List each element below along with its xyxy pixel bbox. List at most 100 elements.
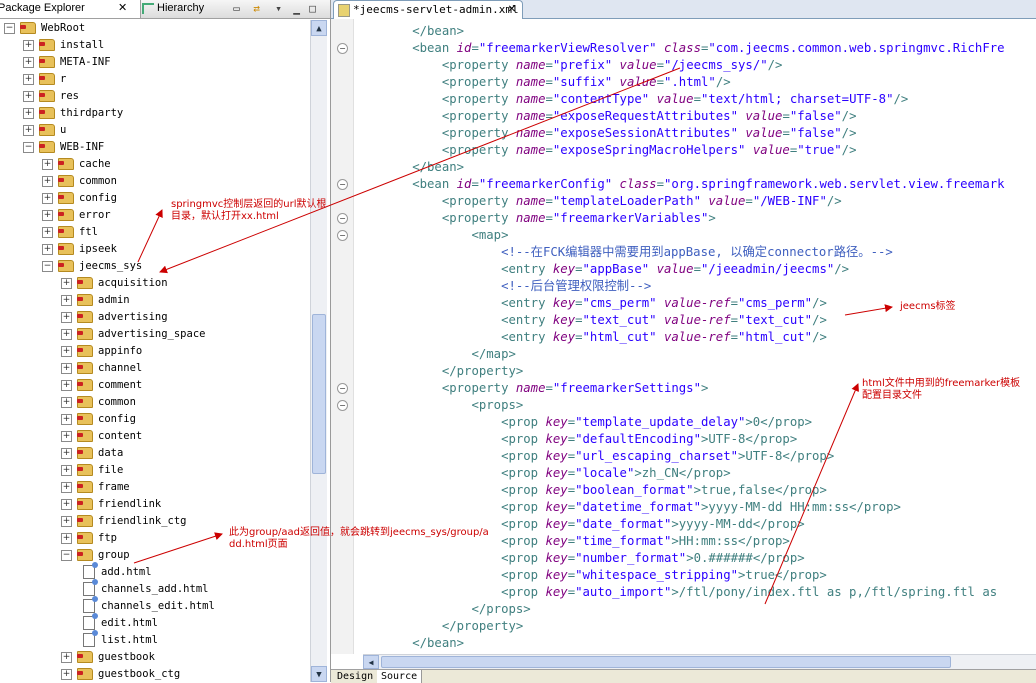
tree-item[interactable]: + cache bbox=[42, 156, 111, 173]
tree-item[interactable]: + comment bbox=[61, 377, 142, 394]
tree-item[interactable]: + ftl bbox=[42, 224, 98, 241]
view-menu-icon[interactable]: ▾ bbox=[272, 2, 285, 15]
tree-item[interactable]: list.html bbox=[80, 630, 158, 649]
tree-item[interactable]: + friendlink_ctg bbox=[61, 513, 187, 530]
editor-tab-close-icon[interactable]: ✕ bbox=[508, 1, 516, 18]
expand-icon[interactable]: + bbox=[61, 396, 72, 408]
tree-item[interactable]: + data bbox=[61, 445, 123, 462]
tree-item[interactable]: − WEB-INF bbox=[23, 139, 104, 156]
tree-item[interactable]: edit.html bbox=[80, 613, 158, 632]
tab-editor-file[interactable]: *jeecms-servlet-admin.xml ✕ bbox=[333, 0, 523, 19]
tree-item[interactable]: + content bbox=[61, 428, 142, 445]
collapse-all-icon[interactable]: ▭ bbox=[230, 2, 243, 15]
expand-icon[interactable]: + bbox=[61, 379, 72, 391]
code-area[interactable]: </bean> <bean id="freemarkerViewResolver… bbox=[353, 19, 1036, 654]
expand-icon[interactable]: + bbox=[23, 39, 34, 51]
expand-icon[interactable]: + bbox=[23, 124, 34, 136]
tree-item[interactable]: + res bbox=[23, 88, 79, 105]
expand-icon[interactable]: + bbox=[61, 498, 72, 510]
expand-icon[interactable]: + bbox=[61, 532, 72, 544]
expand-icon[interactable]: + bbox=[23, 73, 34, 85]
tree-scroll-thumb[interactable] bbox=[312, 314, 326, 474]
scroll-down-icon[interactable]: ▼ bbox=[311, 666, 327, 682]
expand-icon[interactable]: + bbox=[42, 175, 53, 187]
expand-icon[interactable]: + bbox=[42, 243, 53, 255]
tree-item[interactable]: channels_edit.html bbox=[80, 596, 215, 615]
fold-toggle-icon[interactable]: − bbox=[337, 43, 348, 54]
tree-item[interactable]: − WebRoot bbox=[4, 20, 85, 37]
expand-icon[interactable]: + bbox=[61, 668, 72, 680]
tree-item[interactable]: + channel bbox=[61, 360, 142, 377]
collapse-icon[interactable]: − bbox=[4, 22, 15, 34]
tree-item[interactable]: + common bbox=[42, 173, 117, 190]
tree-item[interactable]: + friendlink bbox=[61, 496, 161, 513]
tree-item[interactable]: + acquisition bbox=[61, 275, 168, 292]
tree-item[interactable]: + guestbook bbox=[61, 649, 155, 666]
link-with-editor-icon[interactable]: ⇄ bbox=[250, 2, 263, 15]
fold-toggle-icon[interactable]: − bbox=[337, 400, 348, 411]
tab-hierarchy[interactable]: Hierarchy bbox=[142, 0, 218, 18]
tab-package-explorer[interactable]: Package Explorer ✕ bbox=[0, 0, 141, 18]
expand-icon[interactable]: + bbox=[61, 430, 72, 442]
tree-item[interactable]: add.html bbox=[80, 562, 152, 581]
tree-item[interactable]: + META-INF bbox=[23, 54, 111, 71]
collapse-icon[interactable]: − bbox=[42, 260, 53, 272]
expand-icon[interactable]: + bbox=[61, 515, 72, 527]
expand-icon[interactable]: + bbox=[42, 158, 53, 170]
collapse-icon[interactable]: − bbox=[23, 141, 34, 153]
tree-item[interactable]: + guestbook_ctg bbox=[61, 666, 180, 682]
editor-horizontal-scrollbar[interactable]: ◀ bbox=[363, 654, 1036, 670]
tree-item[interactable]: + r bbox=[23, 71, 66, 88]
expand-icon[interactable]: + bbox=[61, 651, 72, 663]
tree-item[interactable]: + config bbox=[61, 411, 136, 428]
tree-item[interactable]: + advertising bbox=[61, 309, 168, 326]
scroll-left-icon[interactable]: ◀ bbox=[363, 655, 379, 669]
fold-toggle-icon[interactable]: − bbox=[337, 213, 348, 224]
expand-icon[interactable]: + bbox=[42, 209, 53, 221]
expand-icon[interactable]: + bbox=[42, 192, 53, 204]
tree-item[interactable]: + error bbox=[42, 207, 111, 224]
expand-icon[interactable]: + bbox=[23, 56, 34, 68]
tree-vertical-scrollbar[interactable]: ▲ ▼ bbox=[310, 20, 327, 682]
fold-toggle-icon[interactable]: − bbox=[337, 230, 348, 241]
tree-item[interactable]: + common bbox=[61, 394, 136, 411]
expand-icon[interactable]: + bbox=[61, 447, 72, 459]
code-line: <entry key="text_cut" value-ref="text_cu… bbox=[353, 312, 827, 329]
expand-icon[interactable]: + bbox=[61, 277, 72, 289]
tree-item[interactable]: + frame bbox=[61, 479, 130, 496]
expand-icon[interactable]: + bbox=[23, 90, 34, 102]
tree-item[interactable]: + appinfo bbox=[61, 343, 142, 360]
collapse-icon[interactable]: − bbox=[61, 549, 72, 561]
tree-item[interactable]: + admin bbox=[61, 292, 130, 309]
expand-icon[interactable]: + bbox=[61, 481, 72, 493]
editor-hscroll-thumb[interactable] bbox=[381, 656, 951, 668]
tree-item[interactable]: + config bbox=[42, 190, 117, 207]
scroll-up-icon[interactable]: ▲ bbox=[311, 20, 327, 36]
code-token: = bbox=[545, 143, 553, 157]
tree-item[interactable]: + ipseek bbox=[42, 241, 117, 258]
close-icon[interactable]: ✕ bbox=[118, 0, 127, 17]
tab-design[interactable]: Design bbox=[333, 670, 379, 683]
tree-item[interactable]: + advertising_space bbox=[61, 326, 205, 343]
maximize-icon[interactable]: □ bbox=[306, 2, 319, 15]
tree-item[interactable]: channels_add.html bbox=[80, 579, 208, 598]
tree-item[interactable]: + thirdparty bbox=[23, 105, 123, 122]
fold-toggle-icon[interactable]: − bbox=[337, 179, 348, 190]
expand-icon[interactable]: + bbox=[61, 311, 72, 323]
tree-item[interactable]: + install bbox=[23, 37, 104, 54]
tree-item[interactable]: + ftp bbox=[61, 530, 117, 547]
expand-icon[interactable]: + bbox=[23, 107, 34, 119]
tab-source[interactable]: Source bbox=[377, 670, 423, 683]
expand-icon[interactable]: + bbox=[61, 345, 72, 357]
expand-icon[interactable]: + bbox=[61, 294, 72, 306]
tree-item[interactable]: + u bbox=[23, 122, 66, 139]
tree-item[interactable]: − jeecms_sys bbox=[42, 258, 142, 275]
expand-icon[interactable]: + bbox=[61, 328, 72, 340]
fold-toggle-icon[interactable]: − bbox=[337, 383, 348, 394]
expand-icon[interactable]: + bbox=[61, 362, 72, 374]
expand-icon[interactable]: + bbox=[61, 413, 72, 425]
expand-icon[interactable]: + bbox=[61, 464, 72, 476]
minimize-icon[interactable]: ▁ bbox=[290, 2, 303, 15]
expand-icon[interactable]: + bbox=[42, 226, 53, 238]
tree-item[interactable]: + file bbox=[61, 462, 123, 479]
